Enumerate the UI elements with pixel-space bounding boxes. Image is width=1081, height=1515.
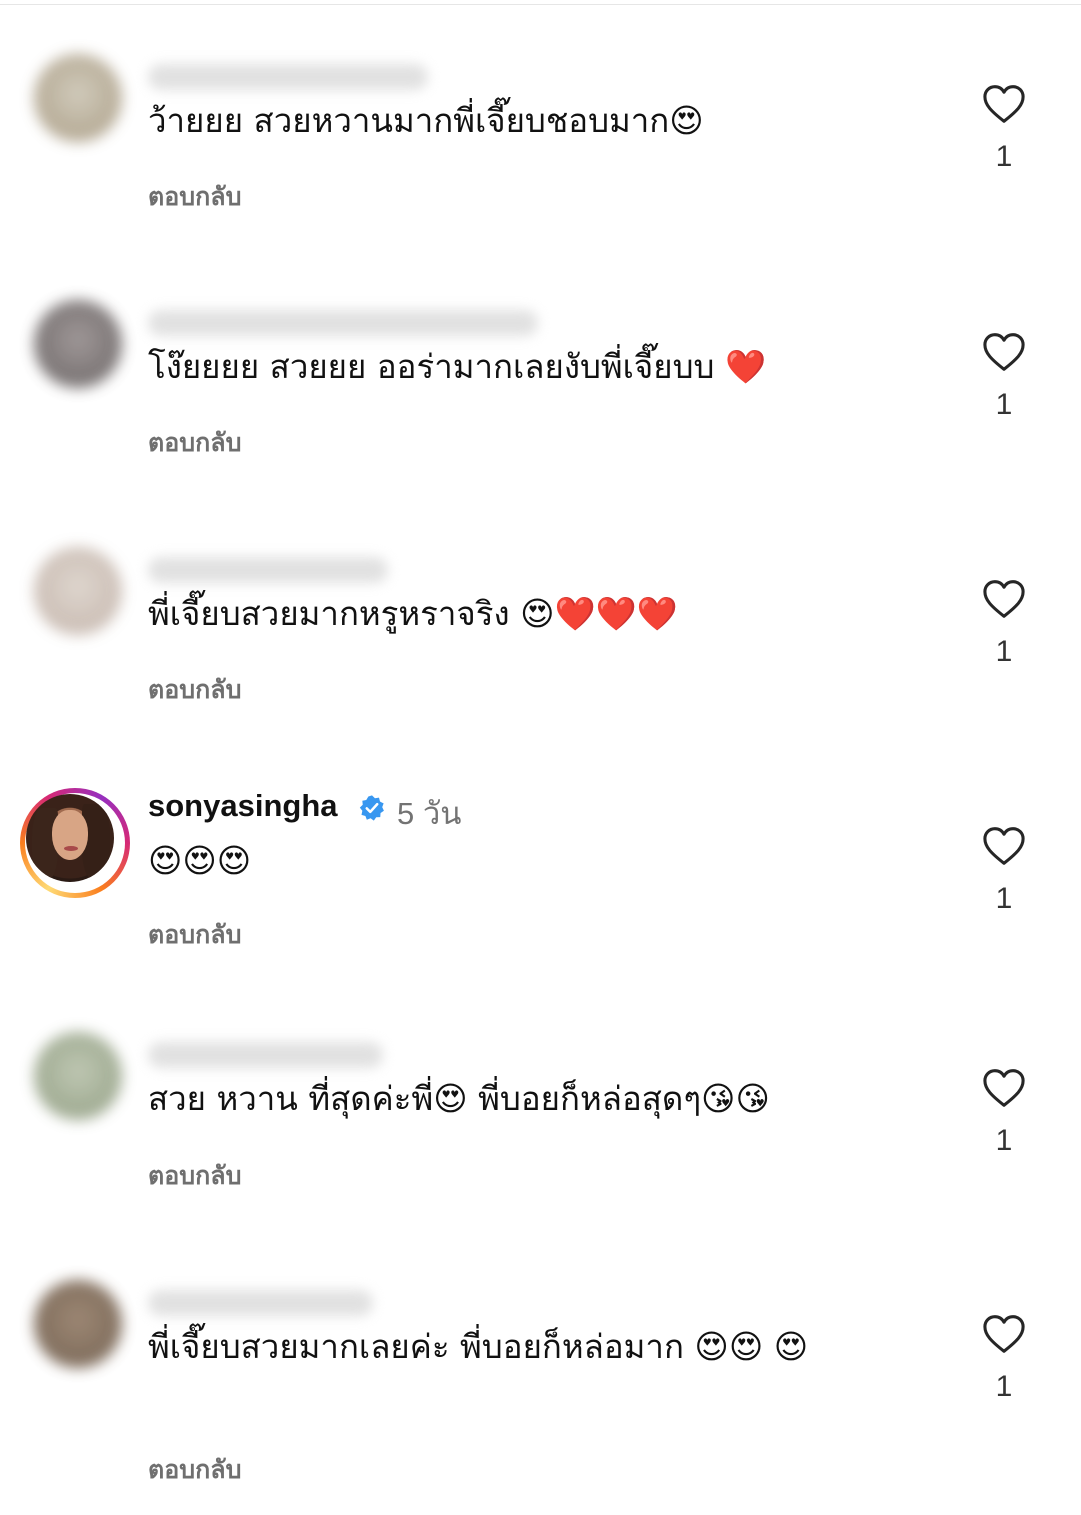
reply-button[interactable]: ตอบกลับ — [148, 423, 241, 463]
avatar-lips — [64, 846, 78, 851]
like-control: 1 — [978, 84, 1030, 184]
heart-outline-icon[interactable] — [982, 826, 1026, 866]
like-count: 1 — [995, 1370, 1013, 1403]
like-control: 1 — [978, 826, 1030, 926]
avatar[interactable] — [34, 1280, 122, 1368]
top-divider — [0, 4, 1081, 5]
username-redacted — [148, 1290, 373, 1316]
like-count: 1 — [995, 882, 1013, 915]
heart-outline-icon[interactable] — [982, 1068, 1026, 1108]
username-redacted — [148, 64, 428, 90]
heart-outline-icon[interactable] — [982, 332, 1026, 372]
comment-text: 😍😍😍 — [148, 841, 252, 880]
reply-button[interactable]: ตอบกลับ — [148, 915, 241, 955]
comment-text: สวย หวาน ที่สุดค่ะพี่😍 พี่บอยก็หล่อสุดๆ😘… — [148, 1079, 770, 1118]
username-redacted — [148, 310, 538, 336]
heart-outline-icon[interactable] — [982, 579, 1026, 619]
like-count: 1 — [995, 635, 1013, 668]
comment-timestamp: 5 วัน — [397, 796, 462, 831]
like-count: 1 — [995, 140, 1013, 173]
verified-badge-icon — [359, 795, 384, 821]
comment-text: ว้ายยย สวยหวานมากพี่เจี๊ยบชอบมาก😍 — [148, 101, 704, 140]
reply-button[interactable]: ตอบกลับ — [148, 670, 241, 710]
avatar[interactable] — [34, 547, 122, 635]
avatar[interactable] — [34, 54, 122, 142]
like-count: 1 — [995, 388, 1013, 421]
avatar[interactable] — [34, 1032, 122, 1120]
comment-text: โง๊ยยยย สวยยย ออร่ามากเลยงับพี่เจี๊ยบบ ❤… — [148, 347, 767, 386]
like-control: 1 — [978, 332, 1030, 432]
reply-button[interactable]: ตอบกลับ — [148, 177, 241, 217]
like-count: 1 — [995, 1124, 1013, 1157]
username-redacted — [148, 557, 388, 583]
avatar-face — [52, 810, 88, 860]
like-control: 1 — [978, 579, 1030, 679]
like-control: 1 — [978, 1068, 1030, 1168]
reply-button[interactable]: ตอบกลับ — [148, 1156, 241, 1196]
heart-outline-icon[interactable] — [982, 84, 1026, 124]
comment-username[interactable]: sonyasingha — [148, 788, 338, 824]
story-ring[interactable] — [20, 788, 130, 898]
reply-button[interactable]: ตอบกลับ — [148, 1450, 241, 1490]
avatar[interactable] — [26, 794, 114, 882]
username-redacted — [148, 1042, 383, 1068]
comment-text: พี่เจี๊ยบสวยมากเลยค่ะ พี่บอยก็หล่อมาก 😍😍… — [148, 1327, 809, 1366]
comment-text: พี่เจี๊ยบสวยมากหรูหราจริง 😍❤️❤️❤️ — [148, 594, 678, 633]
avatar[interactable] — [34, 300, 122, 388]
heart-outline-icon[interactable] — [982, 1314, 1026, 1354]
like-control: 1 — [978, 1314, 1030, 1414]
